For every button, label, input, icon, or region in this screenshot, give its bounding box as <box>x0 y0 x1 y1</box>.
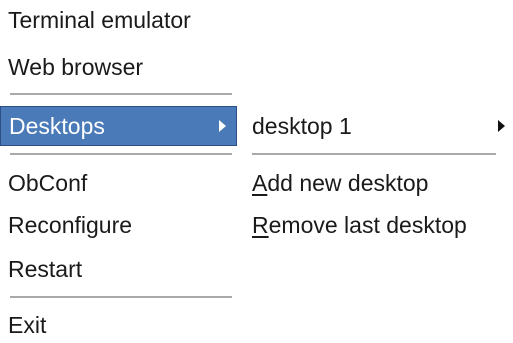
menu-item-exit[interactable]: Exit <box>0 307 244 343</box>
submenu-item-label: Add new desktop <box>252 169 429 196</box>
menu-item-label: Desktops <box>9 112 105 139</box>
submenu-item-remove-last-desktop[interactable]: Remove last desktop <box>238 207 513 243</box>
accelerator-key: R <box>252 211 269 238</box>
submenu-item-desktop-1[interactable]: desktop 1 <box>238 107 513 145</box>
menu-item-label: ObConf <box>8 169 88 196</box>
submenu-arrow-icon <box>498 120 505 132</box>
label-rest: emove last desktop <box>268 211 467 238</box>
menu-item-terminal-emulator[interactable]: Terminal emulator <box>0 2 244 38</box>
submenu-separator <box>252 153 496 155</box>
menu-item-obconf[interactable]: ObConf <box>0 165 244 201</box>
desktops-submenu: desktop 1 Add new desktop Remove last de… <box>238 0 513 341</box>
submenu-arrow-icon <box>219 120 226 132</box>
main-menu: Terminal emulator Web browser Desktops O… <box>0 0 244 341</box>
menu-separator <box>10 296 232 298</box>
submenu-item-label: Remove last desktop <box>252 211 467 238</box>
submenu-item-add-new-desktop[interactable]: Add new desktop <box>238 165 513 201</box>
label-rest: dd new desktop <box>267 169 429 196</box>
menu-item-label: Reconfigure <box>8 211 133 238</box>
menu-separator <box>10 153 232 155</box>
menu-item-label: Exit <box>8 311 47 338</box>
menu-item-desktops[interactable]: Desktops <box>0 106 237 146</box>
menu-item-web-browser[interactable]: Web browser <box>0 49 244 85</box>
submenu-item-label: desktop 1 <box>252 112 352 139</box>
menu-item-label: Terminal emulator <box>8 6 191 33</box>
menu-item-restart[interactable]: Restart <box>0 251 244 287</box>
menu-separator <box>10 93 232 95</box>
menu-item-label: Restart <box>8 255 83 282</box>
accelerator-key: A <box>252 169 268 196</box>
menu-item-reconfigure[interactable]: Reconfigure <box>0 207 244 243</box>
menu-item-label: Web browser <box>8 53 144 80</box>
